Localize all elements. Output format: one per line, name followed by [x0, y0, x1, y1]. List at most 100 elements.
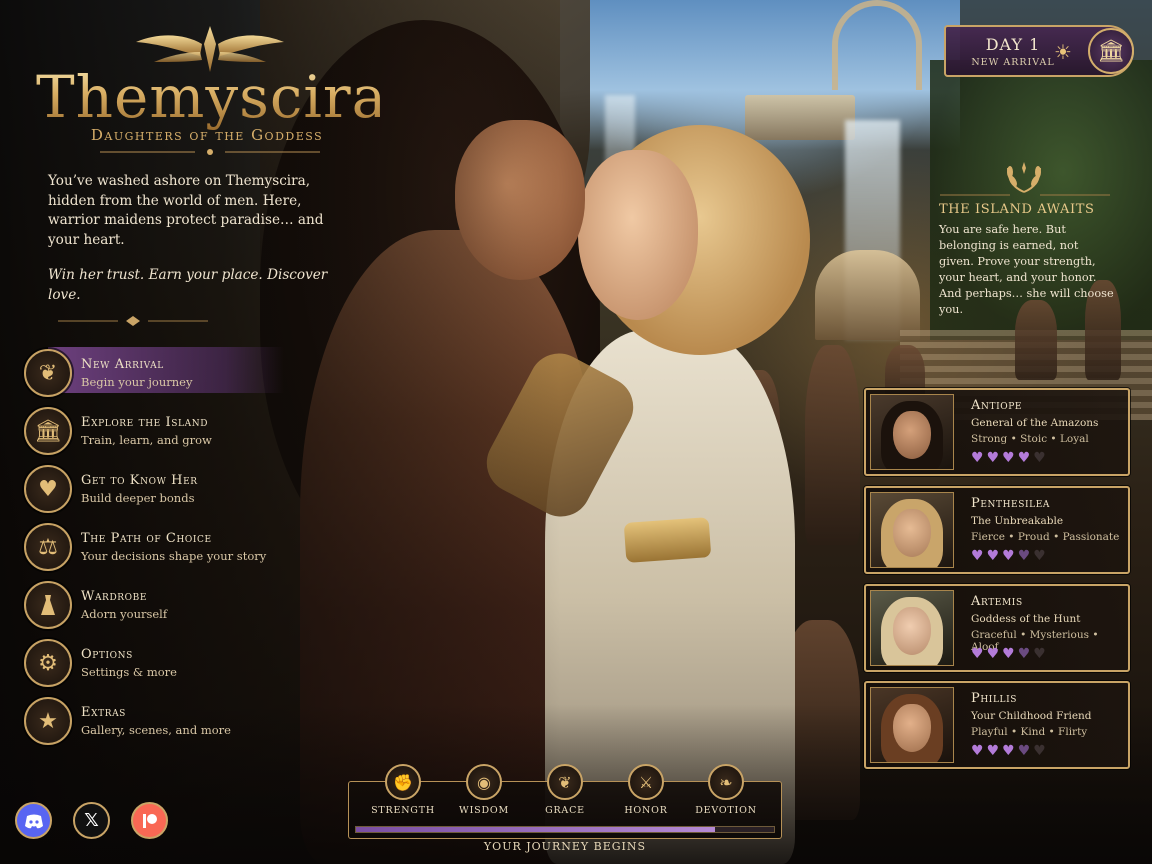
menu-item-extras[interactable]: ★ Extras Gallery, scenes, and more	[24, 692, 284, 750]
menu-item-title: Explore the Island	[81, 415, 209, 430]
laurel-icon: ❦	[24, 349, 72, 397]
laurel-icon: ❦	[547, 764, 583, 800]
menu-item-title: Options	[81, 647, 133, 662]
menu-item-path-of-choice[interactable]: ⚖ The Path of Choice Your decisions shape…	[24, 518, 284, 576]
patreon-icon[interactable]	[131, 802, 168, 839]
menu-item-new-arrival[interactable]: ❦ New Arrival Begin your journey	[24, 344, 284, 402]
sun-icon: ☀	[1054, 40, 1072, 64]
intro-paragraph: Win her trust. Earn your place. Discover…	[48, 267, 328, 303]
temple-arch	[832, 0, 922, 90]
heart-icon: ♥	[1017, 743, 1031, 759]
heart-icon: ♥	[1002, 548, 1015, 564]
character-card-artemis[interactable]: Artemis Goddess of the Hunt Graceful • M…	[864, 584, 1130, 672]
menu-item-title: The Path of Choice	[81, 531, 212, 546]
journey-progress-track	[355, 826, 775, 833]
menu-item-subtitle: Build deeper bonds	[81, 491, 195, 505]
island-awaits-text: You are safe here. But belonging is earn…	[939, 223, 1114, 316]
character-card-phillis[interactable]: Phillis Your Childhood Friend Playful • …	[864, 681, 1130, 769]
character-title: General of the Amazons	[971, 417, 1099, 429]
stat-devotion[interactable]: ❧ DEVOTION	[686, 764, 766, 816]
portrait-penthesilea	[870, 492, 954, 568]
character-traits: Strong • Stoic • Loyal	[971, 433, 1089, 445]
heart-icon: ♥	[986, 646, 1000, 662]
intro-text: You’ve washed ashore on Themyscira, hidd…	[48, 172, 348, 305]
heart-icon: ♥	[24, 465, 72, 513]
stat-label: STRENGTH	[371, 805, 435, 816]
heart-icon: ♥	[1002, 743, 1015, 759]
affection-hearts: ♥ ♥ ♥ ♥ ♥	[971, 548, 1046, 564]
portrait-antiope	[870, 394, 954, 470]
dress-icon	[24, 581, 72, 629]
stat-wisdom[interactable]: ◉ WISDOM	[444, 764, 524, 816]
amazon-figure	[805, 345, 860, 545]
fist-icon: ✊	[385, 764, 421, 800]
heart-icon: ♥	[1033, 646, 1046, 662]
heart-icon: ♥	[1017, 450, 1031, 466]
heart-icon: ♥	[986, 548, 1000, 564]
menu-item-title: New Arrival	[81, 357, 164, 372]
game-title: Themyscira	[36, 63, 388, 131]
menu-item-subtitle: Begin your journey	[81, 375, 193, 389]
stat-label: DEVOTION	[695, 805, 757, 816]
main-menu: ❦ New Arrival Begin your journey 🏛 Explor…	[24, 344, 284, 750]
menu-item-title: Wardrobe	[81, 589, 147, 604]
journey-label: YOUR JOURNEY BEGINS	[483, 840, 647, 853]
journey-progress-fill	[356, 827, 716, 832]
character-card-penthesilea[interactable]: Penthesilea The Unbreakable Fierce • Pro…	[864, 486, 1130, 574]
stat-grace[interactable]: ❦ GRACE	[525, 764, 605, 816]
character-title: Goddess of the Hunt	[971, 613, 1081, 625]
character-title: The Unbreakable	[971, 515, 1064, 527]
affection-hearts: ♥ ♥ ♥ ♥ ♥	[971, 743, 1046, 759]
ornament-divider	[100, 149, 320, 155]
scales-icon: ⚖	[24, 523, 72, 571]
heart-icon: ♥	[1033, 450, 1046, 466]
heart-icon: ♥	[971, 450, 984, 466]
character-traits: Playful • Kind • Flirty	[971, 726, 1088, 738]
heart-icon: ♥	[1033, 743, 1046, 759]
heart-icon: ♥	[1002, 450, 1015, 466]
heart-icon: ♥	[1017, 646, 1031, 662]
menu-item-title: Get to Know Her	[81, 473, 198, 488]
menu-item-subtitle: Settings & more	[81, 665, 177, 679]
menu-item-subtitle: Your decisions shape your story	[81, 549, 267, 563]
temple-icon[interactable]: 🏛	[1088, 28, 1134, 74]
heart-icon: ♥	[971, 743, 984, 759]
menu-item-explore[interactable]: 🏛 Explore the Island Train, learn, and gr…	[24, 402, 284, 460]
laurel-icon	[1007, 162, 1041, 193]
stat-honor[interactable]: ⚔ HONOR	[606, 764, 686, 816]
ornament-divider	[940, 194, 1110, 196]
affection-hearts: ♥ ♥ ♥ ♥ ♥	[971, 450, 1046, 466]
affection-hearts: ♥ ♥ ♥ ♥ ♥	[971, 646, 1046, 662]
stat-strength[interactable]: ✊ STRENGTH	[363, 764, 443, 816]
ornament-divider	[58, 316, 208, 326]
menu-item-options[interactable]: ⚙ Options Settings & more	[24, 634, 284, 692]
stat-label: HONOR	[624, 805, 668, 816]
character-name: Artemis	[971, 594, 1023, 609]
heart-icon: ♥	[986, 450, 1000, 466]
character-traits: Fierce • Proud • Passionate	[971, 531, 1120, 543]
menu-item-wardrobe[interactable]: Wardrobe Adorn yourself	[24, 576, 284, 634]
menu-item-get-to-know[interactable]: ♥ Get to Know Her Build deeper bonds	[24, 460, 284, 518]
discord-icon[interactable]	[15, 802, 52, 839]
heart-icon: ♥	[971, 548, 984, 564]
day-badge: DAY 1 NEW ARRIVAL ☀ 🏛	[944, 25, 1134, 77]
character-card-antiope[interactable]: Antiope General of the Amazons Strong • …	[864, 388, 1130, 476]
game-subtitle: Daughters of the Goddess	[90, 126, 324, 144]
temple-icon: 🏛	[24, 407, 72, 455]
gold-armband	[623, 517, 712, 563]
menu-item-subtitle: Adorn yourself	[81, 607, 168, 621]
heart-icon: ♥	[1033, 548, 1046, 564]
portrait-phillis	[870, 687, 954, 763]
character-name: Phillis	[971, 691, 1018, 706]
stats-bar: ✊ STRENGTH ◉ WISDOM ❦ GRACE ⚔ HONOR ❧ DE…	[348, 764, 782, 839]
heart-icon: ♥	[1017, 548, 1031, 564]
stat-label: GRACE	[545, 805, 585, 816]
menu-item-title: Extras	[81, 705, 126, 720]
temple-dome	[815, 250, 920, 340]
star-icon: ★	[24, 697, 72, 745]
x-icon[interactable]: 𝕏	[73, 802, 110, 839]
character-title: Your Childhood Friend	[971, 710, 1092, 722]
menu-item-subtitle: Gallery, scenes, and more	[81, 723, 231, 737]
heart-icon: ♥	[986, 743, 1000, 759]
menu-item-subtitle: Train, learn, and grow	[81, 433, 212, 447]
